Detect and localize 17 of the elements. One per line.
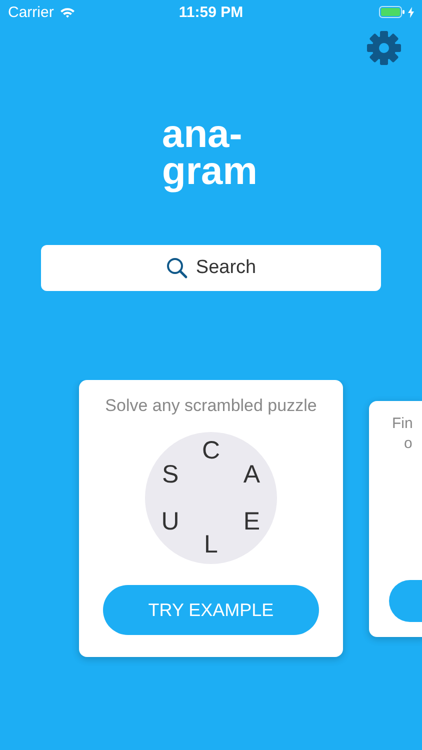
battery-icon: [379, 6, 405, 18]
wifi-icon: [60, 6, 75, 18]
wheel-letter: U: [161, 509, 180, 534]
charging-icon: [408, 6, 414, 18]
search-field[interactable]: Search: [41, 245, 381, 291]
wheel-letter: S: [162, 462, 179, 487]
wheel-letter: L: [204, 532, 218, 558]
wheel-letter: E: [243, 509, 260, 534]
app-title: ana- gram: [162, 116, 258, 190]
card-caption: Fin o: [391, 414, 413, 454]
wheel-letter: A: [243, 462, 260, 487]
card-caption: Solve any scrambled puzzle: [105, 396, 317, 416]
search-icon: [166, 257, 188, 279]
settings-icon[interactable]: [366, 30, 402, 66]
clock-time: 11:59 PM: [178, 4, 244, 20]
wheel-letter: C: [202, 438, 220, 464]
carrier-label: Carrier: [8, 4, 54, 20]
